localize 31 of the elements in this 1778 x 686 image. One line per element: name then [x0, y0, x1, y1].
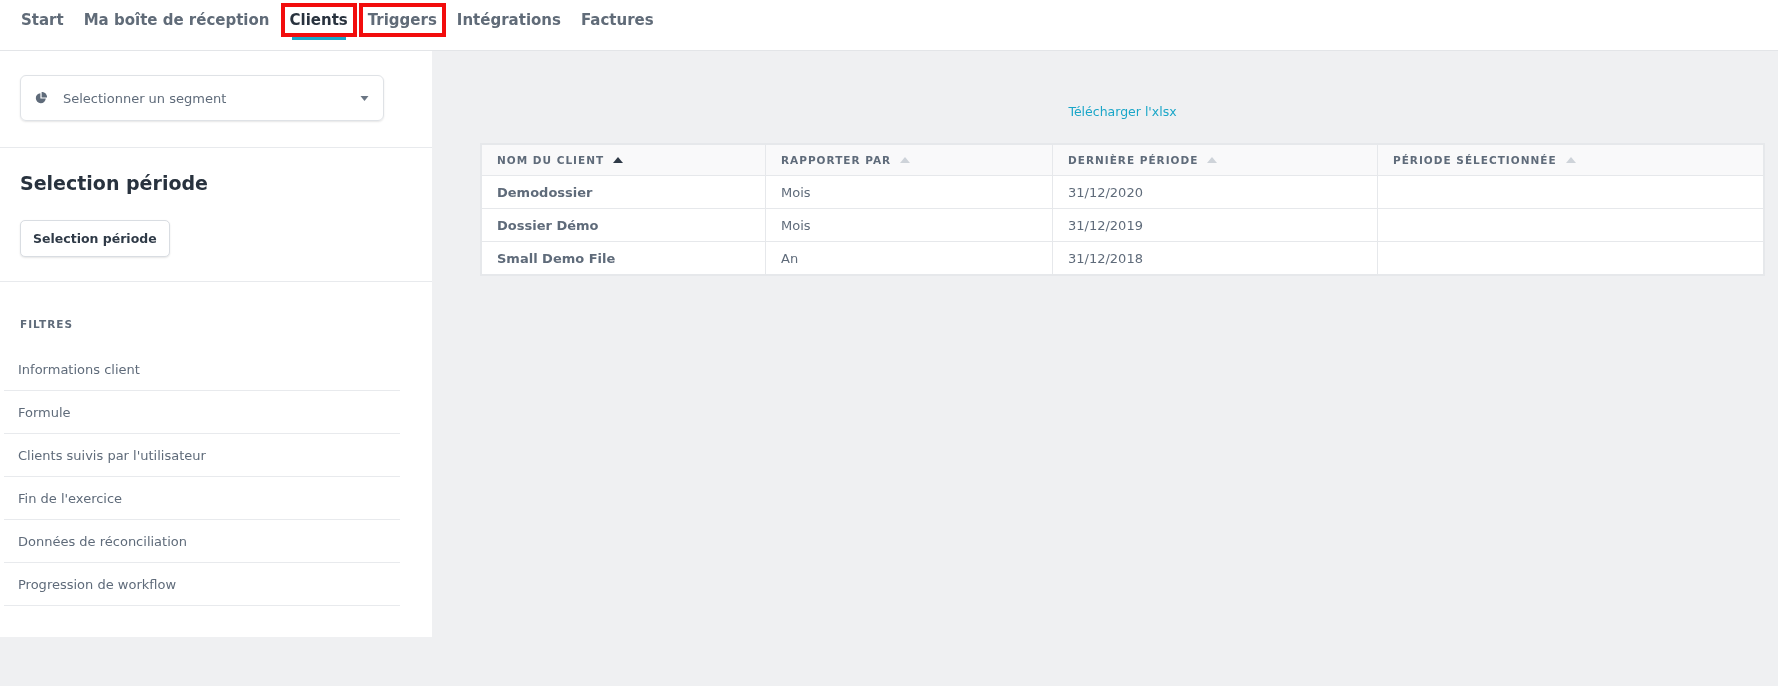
table-cell: An: [781, 250, 799, 266]
table-cell: Mois: [781, 217, 811, 233]
table-cell: Demodossier: [497, 184, 593, 200]
nav-tab[interactable]: Factures: [571, 3, 663, 37]
filter-item[interactable]: Informations client: [4, 348, 400, 391]
filter-item[interactable]: Progression de workflow: [4, 563, 400, 606]
nav-tab[interactable]: Start: [12, 3, 73, 37]
period-button[interactable]: Selection période: [20, 220, 170, 257]
table-cell: Dossier Démo: [497, 217, 599, 233]
pie-chart-icon: [35, 92, 47, 104]
table-cell: 31/12/2019: [1068, 217, 1143, 233]
nav-tab[interactable]: Triggers: [358, 3, 446, 37]
filter-item[interactable]: Clients suivis par l'utilisateur: [4, 434, 400, 477]
nav-tab[interactable]: Ma boîte de réception: [74, 3, 279, 37]
table-cell: 31/12/2018: [1068, 250, 1143, 266]
filter-item[interactable]: Formule: [4, 391, 400, 434]
section-title: Selection période: [20, 172, 209, 194]
caret-icon: [360, 95, 369, 101]
table-cell: Mois: [781, 184, 811, 200]
table-cell: Small Demo File: [497, 250, 616, 266]
nav-tab[interactable]: Intégrations: [447, 3, 570, 37]
column-header[interactable]: DERNIÈRE PÉRIODE: [1052, 144, 1378, 176]
filters-heading: FILTRES: [19, 318, 74, 330]
column-header[interactable]: PÉRIODE SÉLECTIONNÉE: [1377, 144, 1764, 176]
filter-item[interactable]: Fin de l'exercice: [4, 477, 400, 520]
table-cell: 31/12/2020: [1068, 184, 1143, 200]
column-header[interactable]: RAPPORTER PAR: [765, 144, 1053, 176]
column-header[interactable]: NOM DU CLIENT: [481, 144, 766, 176]
filter-item[interactable]: Données de réconciliation: [4, 520, 400, 563]
nav-tab[interactable]: Clients: [280, 3, 357, 37]
segment-select[interactable]: Selectionner un segment: [20, 75, 384, 121]
